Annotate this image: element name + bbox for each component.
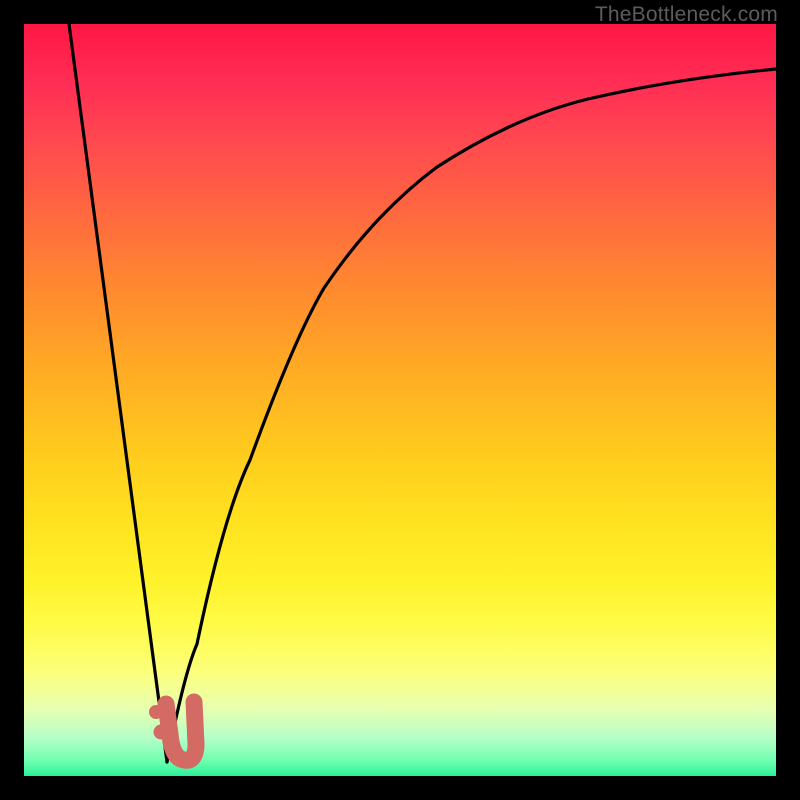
chart-curves xyxy=(24,24,776,776)
left-descent-line xyxy=(69,24,167,762)
chart-plot-area xyxy=(24,24,776,776)
marker-dot-upper xyxy=(149,705,163,719)
right-ascending-curve xyxy=(167,69,776,762)
watermark-text: TheBottleneck.com xyxy=(595,3,778,27)
marker-dot-lower xyxy=(154,725,169,740)
marker-j-shape xyxy=(166,702,196,760)
